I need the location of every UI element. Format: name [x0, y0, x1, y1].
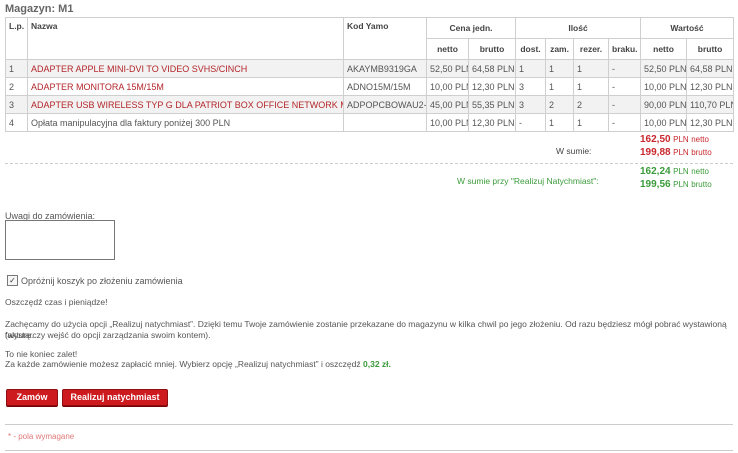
row-value-brutto: 64,58 PLN: [686, 59, 735, 78]
row-price-netto: 10,00 PLN: [426, 113, 469, 132]
header-unit-price: Cena jedn.: [425, 17, 517, 39]
header-qty-dost: dost.: [515, 38, 547, 60]
row-name: Opłata manipulacyjna dla faktury poniżej…: [27, 113, 344, 132]
row-code: ADNO15M/15M: [343, 77, 427, 96]
sum-brutto: 199,88 PLN brutto: [640, 147, 712, 158]
row-code: ADPOPCBOWAU2-G: [343, 95, 427, 114]
table-row: 3 ADAPTER USB WIRELESS TYP G DLA PATRIOT…: [5, 95, 735, 114]
header-qty-zam: zam.: [545, 38, 575, 60]
product-link[interactable]: ADAPTER USB WIRELESS TYP G DLA PATRIOT B…: [27, 95, 344, 114]
sum-label: W sumie:: [556, 146, 592, 156]
row-lp: 1: [5, 59, 28, 78]
header-price-netto: netto: [426, 38, 469, 60]
header-value-netto: netto: [640, 38, 688, 60]
row-zam: 1: [545, 113, 575, 132]
row-braku: -: [608, 113, 642, 132]
warehouse-title: Magazyn: M1: [5, 3, 74, 15]
row-zam: 1: [545, 77, 575, 96]
header-price-brutto: brutto: [467, 38, 517, 60]
row-price-netto: 45,00 PLN: [426, 95, 469, 114]
row-dost: 1: [515, 59, 547, 78]
instant-sum-label: W sumie przy "Realizuj Natychmiast":: [457, 176, 599, 186]
row-dost: -: [515, 113, 547, 132]
sum-brutto-word: brutto: [691, 148, 712, 157]
sum-netto-currency: PLN: [673, 135, 689, 144]
info-saving-line: Za każde zamówienie możesz zapłacić mnie…: [5, 359, 391, 370]
row-rezer: 1: [573, 59, 610, 78]
row-value-brutto: 110,70 PLN: [686, 95, 735, 114]
instant-sum-brutto: 199,56 PLN brutto: [640, 179, 712, 190]
empty-cart-checkbox[interactable]: ✓: [7, 275, 18, 286]
row-price-brutto: 64,58 PLN: [467, 59, 517, 78]
row-zam: 1: [545, 59, 575, 78]
row-price-brutto: 55,35 PLN: [467, 95, 517, 114]
empty-cart-label: Opróżnij koszyk po złożeniu zamówienia: [21, 276, 183, 286]
sum-netto: 162,50 PLN netto: [640, 134, 709, 145]
sum-netto-word: netto: [691, 135, 709, 144]
row-rezer: 2: [573, 95, 610, 114]
table-row: 1 ADAPTER APPLE MINI-DVI TO VIDEO SVHS/C…: [5, 59, 735, 78]
order-button[interactable]: Zamów: [6, 389, 58, 406]
row-braku: -: [608, 95, 642, 114]
table-row: 2 ADAPTER MONITORA 15M/15M ADNO15M/15M 1…: [5, 77, 735, 96]
row-value-brutto: 12,30 PLN: [686, 77, 735, 96]
instant-brutto-value: 199,56: [640, 179, 671, 190]
sum-brutto-value: 199,88: [640, 147, 671, 158]
row-value-netto: 10,00 PLN: [640, 77, 688, 96]
instant-netto-word: netto: [691, 167, 709, 176]
header-quantity: Ilość: [515, 17, 642, 39]
row-price-brutto: 12,30 PLN: [467, 77, 517, 96]
row-value-netto: 52,50 PLN: [640, 59, 688, 78]
row-zam: 2: [545, 95, 575, 114]
table-row: 4 Opłata manipulacyjna dla faktury poniż…: [5, 113, 735, 132]
row-code: AKAYMB9319GA: [343, 59, 427, 78]
info-paragraph-note: (wystarczy wejść do opcji zarządzania sw…: [5, 330, 211, 340]
header-value-brutto: brutto: [686, 38, 735, 60]
row-lp: 4: [5, 113, 28, 132]
instant-sum-netto: 162,24 PLN netto: [640, 166, 709, 177]
row-rezer: 1: [573, 113, 610, 132]
instant-netto-currency: PLN: [673, 167, 689, 176]
instant-order-button[interactable]: Realizuj natychmiast: [62, 389, 168, 406]
instant-brutto-word: brutto: [691, 180, 712, 189]
row-braku: -: [608, 77, 642, 96]
product-link[interactable]: ADAPTER MONITORA 15M/15M: [27, 77, 344, 96]
row-braku: -: [608, 59, 642, 78]
row-lp: 3: [5, 95, 28, 114]
header-name: Nazwa: [27, 17, 344, 60]
row-dost: 3: [515, 77, 547, 96]
header-qty-rezer: rezer.: [573, 38, 610, 60]
row-code: [343, 113, 427, 132]
row-price-brutto: 12,30 PLN: [467, 113, 517, 132]
info-save-heading: Oszczędź czas i pieniądze!: [5, 297, 108, 307]
cart-table: L.p. Nazwa Kod Yamo Cena jedn. Ilość War…: [5, 17, 735, 132]
info-saving-amount: 0,32 zł.: [363, 359, 391, 369]
instant-brutto-currency: PLN: [673, 180, 689, 189]
required-fields-note: * - pola wymagane: [8, 432, 75, 441]
header-lp: L.p.: [5, 17, 28, 60]
sum-brutto-currency: PLN: [673, 148, 689, 157]
row-price-netto: 52,50 PLN: [426, 59, 469, 78]
row-dost: 3: [515, 95, 547, 114]
info-saving-text: Za każde zamówienie możesz zapłacić mnie…: [5, 359, 361, 369]
divider: [5, 163, 733, 164]
row-lp: 2: [5, 77, 28, 96]
header-code: Kod Yamo: [343, 17, 427, 60]
notes-textarea[interactable]: [5, 220, 115, 260]
header-qty-braku: braku.: [608, 38, 642, 60]
row-value-brutto: 12,30 PLN: [686, 113, 735, 132]
row-price-netto: 10,00 PLN: [426, 77, 469, 96]
sum-netto-value: 162,50: [640, 134, 671, 145]
row-rezer: 1: [573, 77, 610, 96]
row-value-netto: 10,00 PLN: [640, 113, 688, 132]
divider: [5, 450, 733, 451]
divider: [5, 424, 733, 425]
row-value-netto: 90,00 PLN: [640, 95, 688, 114]
header-value: Wartość: [640, 17, 735, 39]
product-link[interactable]: ADAPTER APPLE MINI-DVI TO VIDEO SVHS/CIN…: [27, 59, 344, 78]
instant-netto-value: 162,24: [640, 166, 671, 177]
